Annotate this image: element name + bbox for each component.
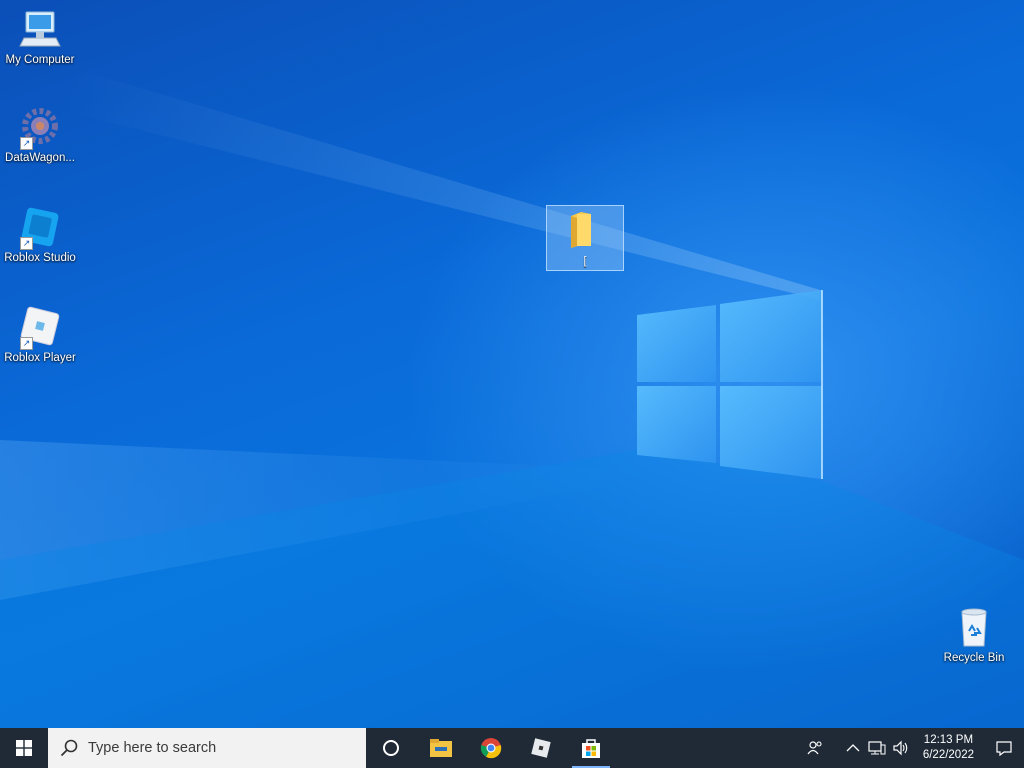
network-icon xyxy=(868,741,886,755)
cortana-button[interactable] xyxy=(366,728,416,768)
desktop-icon-label: My Computer xyxy=(5,54,75,66)
file-explorer-icon xyxy=(430,739,452,757)
clock[interactable]: 12:13 PM 6/22/2022 xyxy=(913,733,984,763)
chevron-up-icon xyxy=(846,744,860,752)
taskbar-chrome[interactable] xyxy=(466,728,516,768)
folder-label: [ xyxy=(583,255,587,267)
desktop-icon-my-computer[interactable]: My Computer xyxy=(0,8,80,66)
desktop-icon-recycle-bin[interactable]: Recycle Bin xyxy=(934,606,1014,664)
volume-button[interactable] xyxy=(889,728,913,768)
folder-icon xyxy=(571,212,591,248)
clock-time: 12:13 PM xyxy=(923,734,974,746)
volume-icon xyxy=(893,740,908,756)
system-tray: 12:13 PM 6/22/2022 xyxy=(803,728,1024,768)
desktop-icon-label: Roblox Studio xyxy=(4,252,76,264)
recycle-bin-icon xyxy=(961,608,987,647)
desktop-icon-datawagon[interactable]: ↗ DataWagon... xyxy=(0,106,80,164)
desktop-background[interactable]: My Computer ↗ DataWagon... ↗ Roblox Stud… xyxy=(0,0,1024,728)
search-input[interactable]: Type here to search xyxy=(48,728,366,768)
desktop-icon-roblox-studio[interactable]: ↗ Roblox Studio xyxy=(0,206,80,264)
roblox-icon xyxy=(531,738,551,758)
clock-date: 6/22/2022 xyxy=(922,749,974,761)
taskbar-file-explorer[interactable] xyxy=(416,728,466,768)
cortana-icon xyxy=(383,740,399,756)
desktop-icon-label: Recycle Bin xyxy=(943,652,1005,664)
search-placeholder: Type here to search xyxy=(88,740,217,756)
desktop-folder-selected[interactable]: [ xyxy=(546,205,624,271)
desktop-icon-label: DataWagon... xyxy=(5,152,75,164)
start-button[interactable] xyxy=(0,728,48,768)
shortcut-arrow-icon: ↗ xyxy=(20,337,33,350)
wallpaper-light-beams xyxy=(0,70,1024,728)
taskbar-roblox[interactable] xyxy=(516,728,566,768)
chrome-icon xyxy=(480,738,502,759)
taskbar-microsoft-store[interactable] xyxy=(566,728,616,768)
network-button[interactable] xyxy=(865,728,889,768)
notification-icon xyxy=(996,741,1012,757)
action-center-button[interactable] xyxy=(984,728,1024,768)
windows-logo-icon xyxy=(16,740,32,756)
microsoft-store-icon xyxy=(582,739,600,758)
people-button[interactable] xyxy=(803,728,827,768)
desktop-icon-roblox-player[interactable]: ↗ Roblox Player xyxy=(0,306,80,364)
computer-icon xyxy=(19,11,61,47)
show-hidden-icons-button[interactable] xyxy=(841,728,865,768)
shortcut-arrow-icon: ↗ xyxy=(20,137,33,150)
taskbar: Type here to search 12:13 PM 6/22/2022 xyxy=(0,728,1024,768)
people-icon xyxy=(807,741,822,755)
search-icon xyxy=(60,739,78,757)
shortcut-arrow-icon: ↗ xyxy=(20,237,33,250)
desktop-icon-label: Roblox Player xyxy=(4,352,76,364)
